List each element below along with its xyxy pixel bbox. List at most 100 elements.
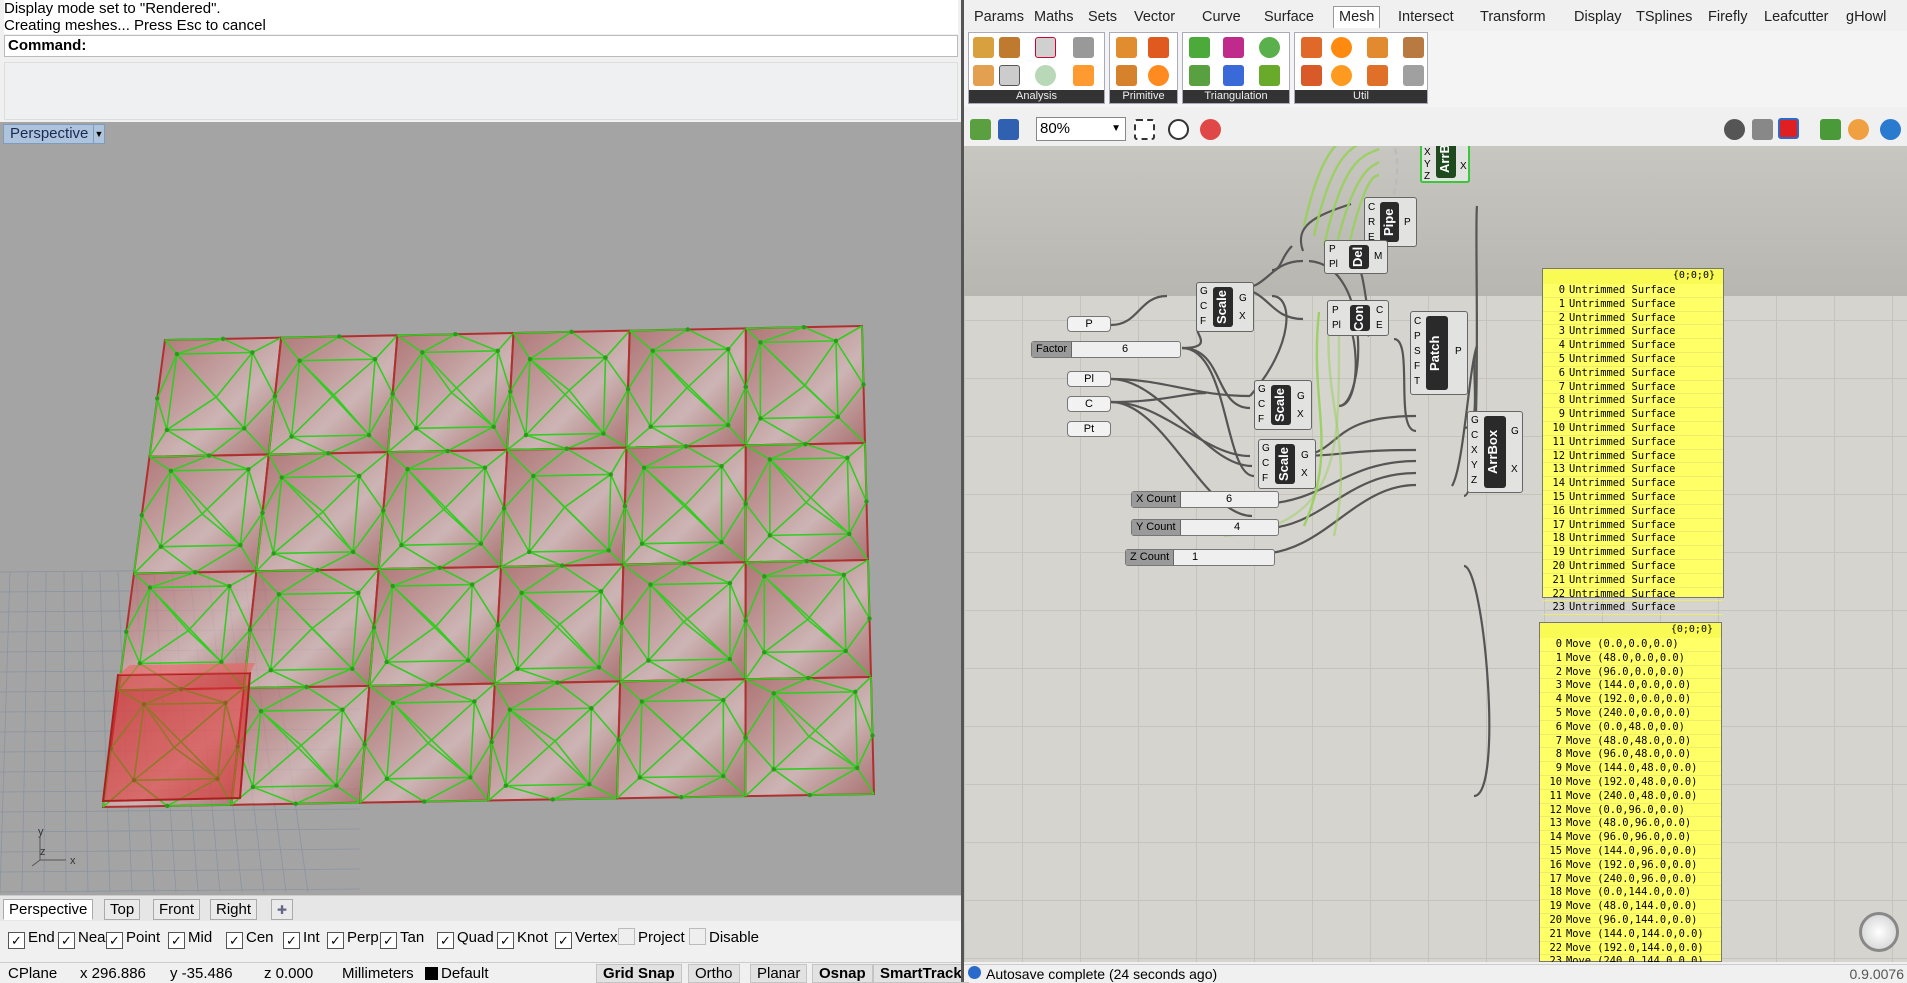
units-label[interactable]: Millimeters xyxy=(342,965,414,982)
tab-tsplines[interactable]: TSplines xyxy=(1636,9,1692,25)
tab-transform[interactable]: Transform xyxy=(1480,9,1546,25)
tab-intersect[interactable]: Intersect xyxy=(1398,9,1454,25)
tab-display[interactable]: Display xyxy=(1574,9,1622,25)
input-pin[interactable]: F xyxy=(1200,316,1206,327)
triangulation-tool-icon[interactable] xyxy=(1223,37,1244,58)
checkbox-icon[interactable]: ✓ xyxy=(8,932,25,949)
checkbox-icon[interactable]: ✓ xyxy=(380,932,397,949)
output-pin[interactable]: X xyxy=(1460,161,1467,172)
util-tool-icon[interactable] xyxy=(1331,65,1352,86)
osnap-int[interactable]: ✓Int xyxy=(283,928,320,950)
add-view-tab-icon[interactable]: ✚ xyxy=(271,899,293,920)
slider-value[interactable]: 6 xyxy=(1226,492,1232,507)
tab-leafcutter[interactable]: Leafcutter xyxy=(1764,9,1829,25)
input-pin[interactable]: G xyxy=(1471,415,1479,426)
checkbox-icon[interactable]: ✓ xyxy=(437,932,454,949)
tab-sets[interactable]: Sets xyxy=(1088,9,1117,25)
analysis-tool-icon[interactable] xyxy=(1035,65,1056,86)
tab-ghowl[interactable]: gHowl xyxy=(1846,9,1886,25)
input-pin[interactable]: Pl xyxy=(1332,320,1341,331)
primitive-tool-icon[interactable] xyxy=(1148,65,1169,86)
checkbox-icon[interactable]: ✓ xyxy=(497,932,514,949)
checkbox-icon[interactable]: ✓ xyxy=(106,932,123,949)
tab-firefly[interactable]: Firefly xyxy=(1708,9,1747,25)
viewport-menu-icon[interactable]: ▼ xyxy=(93,124,105,144)
tab-curve[interactable]: Curve xyxy=(1202,9,1241,25)
input-pin[interactable]: P xyxy=(1414,331,1421,342)
util-tool-icon[interactable] xyxy=(1403,37,1424,58)
triangulation-tool-icon[interactable] xyxy=(1259,37,1280,58)
triangulation-tool-icon[interactable] xyxy=(1223,65,1244,86)
input-pin[interactable]: G xyxy=(1200,286,1208,297)
tab-params[interactable]: Params xyxy=(974,9,1024,25)
input-pin[interactable]: C xyxy=(1368,202,1375,213)
material-icon[interactable] xyxy=(1848,119,1869,140)
util-tool-icon[interactable] xyxy=(1301,37,1322,58)
osnap-vertex[interactable]: ✓Vertex xyxy=(555,928,618,950)
osnap-near[interactable]: ✓Near xyxy=(58,928,111,950)
output-pin[interactable]: G xyxy=(1297,391,1305,402)
save-icon[interactable] xyxy=(998,119,1019,140)
output-pin[interactable]: X xyxy=(1511,464,1518,475)
output-pin[interactable]: E xyxy=(1376,320,1383,331)
input-pin[interactable]: F xyxy=(1414,361,1420,372)
input-pin[interactable]: F xyxy=(1258,414,1264,425)
display-icon[interactable] xyxy=(1880,119,1901,140)
output-pin[interactable]: G xyxy=(1301,450,1309,461)
selected-only-icon[interactable] xyxy=(1820,119,1841,140)
triangulation-tool-icon[interactable] xyxy=(1189,37,1210,58)
util-tool-icon[interactable] xyxy=(1403,65,1424,86)
output-pin[interactable]: P xyxy=(1455,346,1462,357)
osnap-button[interactable]: Osnap xyxy=(812,964,873,983)
input-pin[interactable]: X xyxy=(1424,147,1431,158)
input-pin[interactable]: P xyxy=(1329,244,1336,255)
perspective-viewport[interactable]: y x z Perspective ▼ xyxy=(0,122,961,895)
osnap-end[interactable]: ✓End xyxy=(8,928,55,950)
util-tool-icon[interactable] xyxy=(1367,65,1388,86)
checkbox-icon[interactable]: ✓ xyxy=(555,932,572,949)
tab-surface[interactable]: Surface xyxy=(1264,9,1314,25)
slider-value[interactable]: 6 xyxy=(1122,342,1128,357)
checkbox-icon[interactable]: ✓ xyxy=(283,932,300,949)
navigation-wheel-icon[interactable] xyxy=(1859,912,1899,952)
analysis-tool-icon[interactable] xyxy=(1073,37,1094,58)
smarttrack-button[interactable]: SmartTrack xyxy=(873,964,969,983)
osnap-perp[interactable]: ✓Perp xyxy=(327,928,379,950)
slider-value[interactable]: 4 xyxy=(1234,520,1240,535)
viewport-title[interactable]: Perspective xyxy=(3,124,95,144)
osnap-disable[interactable]: Disable xyxy=(689,928,759,950)
command-prompt[interactable]: Command: xyxy=(4,35,958,57)
input-pin[interactable]: R xyxy=(1368,217,1375,228)
slider-value[interactable]: 1 xyxy=(1192,550,1198,565)
param-p[interactable]: P xyxy=(1067,316,1111,332)
input-pin[interactable]: Pl xyxy=(1329,259,1338,270)
tab-vector[interactable]: Vector xyxy=(1134,9,1175,25)
osnap-mid[interactable]: ✓Mid xyxy=(168,928,212,950)
primitive-tool-icon[interactable] xyxy=(1116,65,1137,86)
del-component[interactable]: Del P Pl M xyxy=(1324,240,1388,274)
triangulation-tool-icon[interactable] xyxy=(1259,65,1280,86)
osnap-cen[interactable]: ✓Cen xyxy=(226,928,274,950)
analysis-tool-icon[interactable] xyxy=(1073,65,1094,86)
slider-y-count[interactable]: Y Count 4 xyxy=(1131,519,1279,536)
preview-mode-icon[interactable] xyxy=(1724,119,1745,140)
param-c[interactable]: C xyxy=(1067,396,1111,412)
panel-moves[interactable]: {0;0;0} 0Move (0.0,0.0,0.0)1Move (48.0,0… xyxy=(1539,622,1722,962)
input-pin[interactable]: Y xyxy=(1471,460,1478,471)
shaded-preview-icon[interactable] xyxy=(1778,118,1799,139)
output-pin[interactable]: P xyxy=(1404,217,1411,228)
checkbox-icon[interactable]: ✓ xyxy=(58,932,75,949)
util-tool-icon[interactable] xyxy=(1331,37,1352,58)
primitive-tool-icon[interactable] xyxy=(1148,37,1169,58)
arrbox-top-component[interactable]: ArrBox G C X Y Z G X xyxy=(1420,146,1470,183)
arrbox-component[interactable]: ArrBox G C X Y Z G X xyxy=(1467,411,1523,493)
input-pin[interactable]: G xyxy=(1262,443,1270,454)
util-tool-icon[interactable] xyxy=(1367,37,1388,58)
input-pin[interactable]: G xyxy=(1258,384,1266,395)
scale-component-3[interactable]: Scale G C F G X xyxy=(1258,439,1316,489)
checkbox-icon[interactable]: ✓ xyxy=(327,932,344,949)
input-pin[interactable]: C xyxy=(1258,399,1265,410)
layer-indicator[interactable]: Default xyxy=(425,965,489,982)
input-pin[interactable]: Z xyxy=(1424,171,1430,182)
input-pin[interactable]: C xyxy=(1471,430,1478,441)
